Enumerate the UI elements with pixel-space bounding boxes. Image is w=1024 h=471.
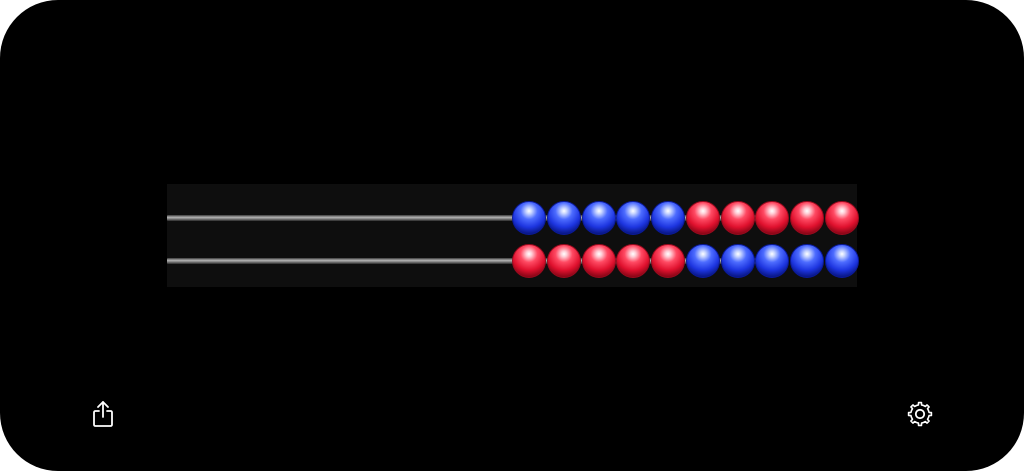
- bead-group: [512, 243, 859, 279]
- red-bead[interactable]: [547, 244, 582, 278]
- blue-bead[interactable]: [789, 244, 824, 278]
- blue-bead[interactable]: [685, 244, 720, 278]
- abacus-frame: [167, 184, 859, 287]
- red-bead[interactable]: [616, 244, 651, 278]
- red-bead[interactable]: [755, 201, 790, 235]
- abacus-row-1: [167, 200, 859, 236]
- red-bead[interactable]: [512, 244, 547, 278]
- share-button[interactable]: [89, 399, 117, 429]
- share-icon: [93, 401, 113, 427]
- red-bead[interactable]: [824, 201, 859, 235]
- settings-button[interactable]: [906, 399, 934, 429]
- red-bead[interactable]: [581, 244, 616, 278]
- blue-bead[interactable]: [547, 201, 582, 235]
- red-bead[interactable]: [789, 201, 824, 235]
- bead-group: [512, 200, 859, 236]
- abacus-row-2: [167, 243, 859, 279]
- red-bead[interactable]: [651, 244, 686, 278]
- red-bead[interactable]: [685, 201, 720, 235]
- blue-bead[interactable]: [616, 201, 651, 235]
- red-bead[interactable]: [720, 201, 755, 235]
- gear-icon: [907, 401, 933, 427]
- blue-bead[interactable]: [755, 244, 790, 278]
- blue-bead[interactable]: [720, 244, 755, 278]
- blue-bead[interactable]: [824, 244, 859, 278]
- blue-bead[interactable]: [512, 201, 547, 235]
- app-screen: [0, 0, 1024, 471]
- blue-bead[interactable]: [651, 201, 686, 235]
- blue-bead[interactable]: [581, 201, 616, 235]
